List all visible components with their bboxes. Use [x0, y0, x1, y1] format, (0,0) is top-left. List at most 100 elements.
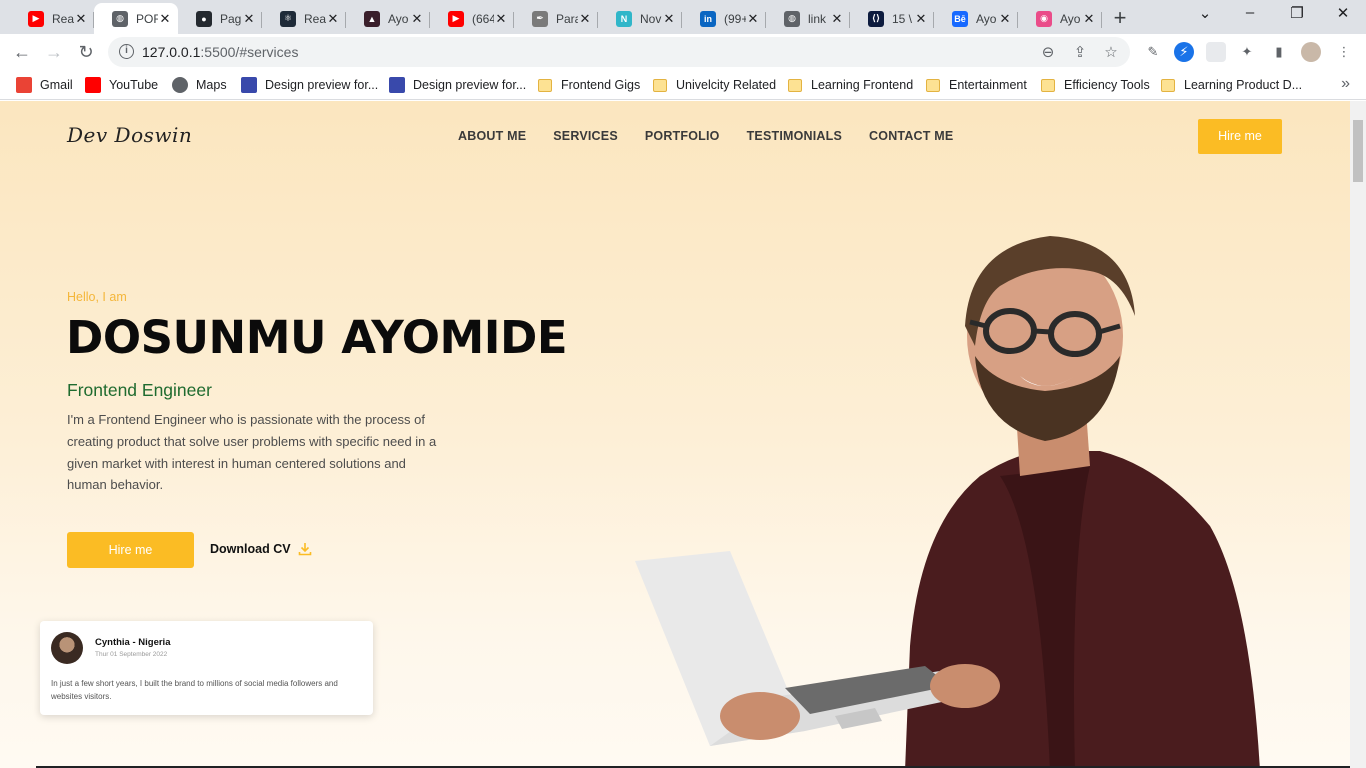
tab-close-icon[interactable]: ✕ [662, 11, 676, 27]
hero-greeting: Hello, I am [67, 290, 127, 304]
tab-close-icon[interactable]: ✕ [1082, 11, 1096, 27]
bookmark-label: Learning Frontend [811, 78, 914, 92]
more-bookmarks-icon[interactable]: » [1341, 75, 1350, 93]
restore-icon[interactable]: ❐ [1282, 4, 1312, 22]
tab-title: (664 [472, 11, 494, 26]
github-icon: ● [196, 10, 212, 27]
tab-search-icon[interactable]: ⌄ [1190, 4, 1220, 22]
reload-button[interactable]: ↻ [73, 40, 99, 64]
behance-icon: Bē [952, 10, 968, 27]
close-window-icon[interactable]: ✕ [1328, 4, 1358, 22]
side-panel-icon[interactable]: ▮ [1269, 42, 1289, 62]
tab-close-icon[interactable]: ✕ [410, 11, 424, 27]
site-logo[interactable]: Dev Doswin [67, 123, 192, 147]
tab-close-icon[interactable]: ✕ [998, 11, 1012, 27]
testimonial-date: Thur 01 September 2022 [95, 651, 168, 658]
browser-tab[interactable]: ▶ (664 ✕ [430, 3, 514, 34]
bookmark-item[interactable]: Maps [172, 76, 227, 94]
bookmark-item[interactable]: Learning Product D... [1161, 76, 1302, 94]
back-button[interactable]: ← [9, 40, 35, 64]
nav-services[interactable]: SERVICES [553, 129, 618, 143]
tab-close-icon[interactable]: ✕ [578, 11, 592, 27]
profile-avatar[interactable] [1301, 42, 1321, 62]
bookmark-item[interactable]: Entertainment [926, 76, 1027, 94]
folder-icon [926, 78, 940, 92]
scrollbar-thumb[interactable] [1353, 120, 1363, 182]
tab-title: Ayo [388, 11, 409, 26]
download-cv-link[interactable]: Download CV [210, 542, 312, 556]
new-tab-button[interactable]: + [1108, 5, 1132, 31]
nav-about-me[interactable]: ABOUT ME [458, 129, 526, 143]
browser-tab[interactable]: ◍ link ✕ [766, 3, 850, 34]
tab-title: link [808, 11, 827, 26]
tab-close-icon[interactable]: ✕ [746, 11, 760, 27]
tab-close-icon[interactable]: ✕ [326, 11, 340, 27]
zoom-icon[interactable]: ⊖ [1038, 43, 1058, 61]
folder-icon [788, 78, 802, 92]
share-icon[interactable]: ⇪ [1070, 43, 1090, 61]
bookmark-label: Frontend Gigs [561, 78, 641, 92]
extensions-puzzle-icon[interactable]: ✦ [1237, 42, 1257, 62]
youtube-icon: ▶ [448, 10, 464, 27]
browser-tab[interactable]: ◍ POF ✕ [94, 3, 178, 34]
browser-tab[interactable]: ✒ Para✕ [514, 3, 598, 34]
bookmark-item[interactable]: Design preview for... [389, 76, 526, 94]
testimonial-avatar [51, 632, 83, 664]
tab-close-icon[interactable]: ✕ [242, 11, 256, 27]
browser-tab[interactable]: in (99+ ✕ [682, 3, 766, 34]
bookmark-item[interactable]: Design preview for... [241, 76, 378, 94]
globe-icon [172, 77, 188, 93]
nav-testimonials[interactable]: TESTIMONIALS [747, 129, 842, 143]
nav-contact-me[interactable]: CONTACT ME [869, 129, 953, 143]
bookmark-item[interactable]: YouTube [85, 76, 158, 94]
tab-title: Ayo [1060, 11, 1081, 26]
browser-tab[interactable]: ● Pag ✕ [178, 3, 262, 34]
tab-title: 15 \ [892, 11, 913, 26]
vpn-extension-icon[interactable]: ⚡ [1174, 42, 1194, 62]
tab-close-icon[interactable]: ✕ [74, 11, 88, 27]
tab-title: (99+ [724, 11, 746, 26]
bookmark-item[interactable]: Frontend Gigs [538, 76, 640, 94]
address-bar[interactable]: i 127.0.0.1:5500/#services ⊖ ⇪ ☆ [108, 37, 1130, 67]
forward-button[interactable]: → [41, 40, 67, 64]
tab-close-icon[interactable]: ✕ [830, 11, 844, 27]
gmail-icon [16, 77, 32, 93]
tab-close-icon[interactable]: ✕ [914, 11, 928, 27]
hero-name: DOSUNMU AYOMIDE [66, 311, 568, 364]
chrome-menu-icon[interactable]: ⋮ [1334, 42, 1354, 62]
tab-close-icon[interactable]: ✕ [494, 11, 508, 27]
eyedropper-extension-icon[interactable]: ✎ [1143, 42, 1163, 62]
vertical-scrollbar[interactable] [1350, 101, 1366, 768]
browser-tab[interactable]: ▶ Rea ✕ [10, 3, 94, 34]
triangle-logo-icon: ▲ [364, 10, 380, 27]
browser-tab[interactable]: N Nov ✕ [598, 3, 682, 34]
globe-icon: ◍ [784, 10, 800, 27]
bookmark-star-icon[interactable]: ☆ [1101, 43, 1121, 61]
download-cv-label: Download CV [210, 542, 291, 556]
bookmark-item[interactable]: Gmail [16, 76, 73, 94]
tab-close-icon[interactable]: ✕ [158, 11, 172, 27]
tab-title: Nov [640, 11, 662, 26]
bookmark-item[interactable]: Univelcity Related [653, 76, 776, 94]
testimonial-card: Cynthia - Nigeria Thur 01 September 2022… [40, 621, 373, 715]
hire-me-nav-button[interactable]: Hire me [1198, 119, 1282, 154]
nav-portfolio[interactable]: PORTFOLIO [645, 129, 720, 143]
bookmark-item[interactable]: Efficiency Tools [1041, 76, 1150, 94]
download-icon [298, 543, 311, 556]
blank-extension-icon[interactable] [1206, 42, 1226, 62]
bookmark-item[interactable]: Learning Frontend [788, 76, 913, 94]
url-text[interactable]: 127.0.0.1:5500/#services [142, 44, 298, 60]
minimize-icon[interactable]: – [1235, 4, 1265, 21]
browser-tab[interactable]: Bē Ayo ✕ [934, 3, 1018, 34]
site-info-icon[interactable]: i [119, 44, 134, 59]
bookmark-label: Gmail [40, 78, 73, 92]
browser-tab[interactable]: ⟨⟩ 15 \ ✕ [850, 3, 934, 34]
browser-tab[interactable]: ▲ Ayo ✕ [346, 3, 430, 34]
hire-me-button[interactable]: Hire me [67, 532, 194, 568]
youtube-icon: ▶ [28, 10, 44, 27]
browser-tab[interactable]: ⚛ Rea ✕ [262, 3, 346, 34]
n-logo-icon: N [616, 10, 632, 27]
browser-tab[interactable]: ◉ Ayo ✕ [1018, 3, 1102, 34]
main-nav: ABOUT ME SERVICES PORTFOLIO TESTIMONIALS… [458, 129, 953, 143]
globe-icon: ◍ [112, 10, 128, 27]
